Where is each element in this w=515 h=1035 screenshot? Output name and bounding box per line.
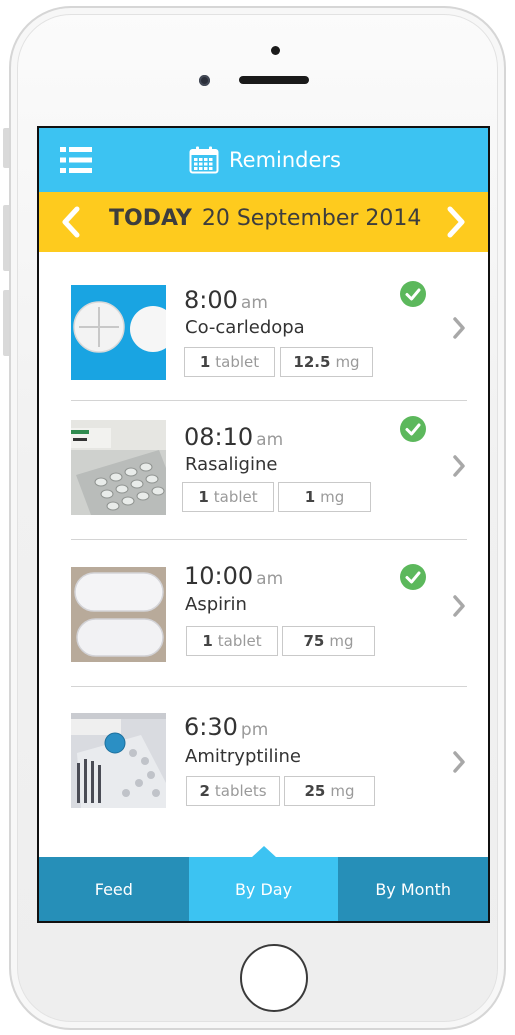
check-circle-icon bbox=[400, 564, 426, 590]
dose-badge: 25 mg bbox=[284, 776, 375, 806]
tablet-image bbox=[71, 713, 166, 808]
tablet-image bbox=[71, 567, 166, 662]
reminder-time: 08:10 am bbox=[184, 423, 284, 451]
today-label: TODAY bbox=[109, 206, 192, 231]
current-date: TODAY 20 September 2014 bbox=[109, 206, 421, 231]
date-value: 20 September 2014 bbox=[201, 206, 422, 231]
tab-by-day[interactable]: By Day bbox=[188, 846, 339, 921]
reminder-item[interactable]: 08:10 am Rasaligine 1 tablet 1 mg bbox=[39, 401, 488, 539]
medication-name: Co-carledopa bbox=[185, 317, 305, 338]
mute-switch bbox=[3, 128, 9, 168]
medication-photo bbox=[71, 285, 166, 380]
list-icon[interactable] bbox=[60, 147, 92, 173]
chevron-right-icon[interactable] bbox=[452, 594, 466, 618]
front-camera bbox=[199, 75, 210, 86]
quantity-badge: 1 tablet bbox=[184, 347, 275, 377]
tablet-image bbox=[71, 420, 166, 515]
medication-photo bbox=[71, 567, 166, 662]
medication-photo bbox=[71, 713, 166, 808]
check-circle-icon bbox=[400, 416, 426, 442]
calendar-icon bbox=[189, 146, 219, 174]
reminder-time: 6:30 pm bbox=[184, 713, 269, 741]
tab-feed[interactable]: Feed bbox=[39, 857, 189, 921]
home-button[interactable] bbox=[240, 944, 308, 1012]
bottom-tab-bar: Feed By Day By Month bbox=[39, 846, 488, 921]
active-tab-indicator bbox=[250, 846, 277, 858]
quantity-badge: 2 tablets bbox=[186, 776, 280, 806]
sensor-dot bbox=[271, 46, 280, 55]
reminder-item[interactable]: 8:00 am Co-carledopa 1 tablet 12.5 mg bbox=[39, 252, 488, 400]
quantity-badge: 1 tablet bbox=[182, 482, 274, 512]
reminder-item[interactable]: 6:30 pm Amitryptiline 2 tablets 25 mg bbox=[39, 687, 488, 847]
chevron-right-icon[interactable] bbox=[452, 750, 466, 774]
tab-by-month[interactable]: By Month bbox=[338, 857, 488, 921]
medication-photo bbox=[71, 420, 166, 515]
date-bar: TODAY 20 September 2014 bbox=[39, 192, 488, 252]
tablet-image bbox=[71, 285, 166, 380]
earpiece-speaker bbox=[239, 76, 309, 84]
medication-name: Rasaligine bbox=[185, 454, 278, 475]
reminder-time: 8:00 am bbox=[184, 286, 268, 314]
dose-badge: 12.5 mg bbox=[280, 347, 373, 377]
reminder-time: 10:00 am bbox=[184, 562, 284, 590]
header-title-text: Reminders bbox=[229, 148, 341, 172]
medication-name: Aspirin bbox=[185, 594, 247, 615]
chevron-left-icon[interactable] bbox=[61, 206, 81, 238]
volume-up-button bbox=[3, 205, 9, 271]
chevron-right-icon[interactable] bbox=[452, 316, 466, 340]
volume-down-button bbox=[3, 290, 9, 356]
dose-badge: 1 mg bbox=[278, 482, 371, 512]
reminder-item[interactable]: 10:00 am Aspirin 1 tablet 75 mg bbox=[39, 540, 488, 686]
app-header: Reminders bbox=[39, 128, 488, 192]
check-circle-icon bbox=[400, 281, 426, 307]
chevron-right-icon[interactable] bbox=[446, 206, 466, 238]
chevron-right-icon[interactable] bbox=[452, 454, 466, 478]
app-screen: Reminders TODAY 20 September 2014 8:00 a… bbox=[37, 126, 490, 923]
page-title: Reminders bbox=[189, 145, 341, 175]
medication-name: Amitryptiline bbox=[185, 746, 301, 767]
dose-badge: 75 mg bbox=[282, 626, 375, 656]
quantity-badge: 1 tablet bbox=[186, 626, 278, 656]
